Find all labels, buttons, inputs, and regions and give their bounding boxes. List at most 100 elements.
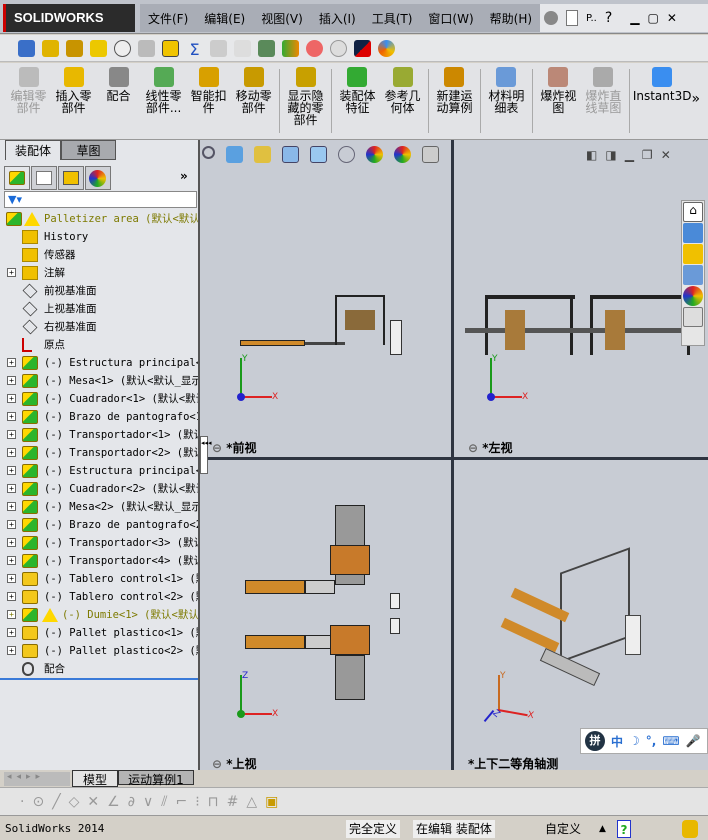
featuremanager-tab[interactable] [4, 166, 30, 190]
tree-item[interactable]: + (-) Transportador<4> (默认 [0, 552, 198, 570]
tree-item[interactable]: History [0, 228, 198, 246]
command-8[interactable]: 参考几何体 [380, 63, 425, 139]
command-12[interactable]: 爆炸直线草图 [581, 63, 626, 139]
ime-width-icon[interactable]: ☽ [629, 734, 640, 748]
viewport-restore-icon[interactable]: ❐ [642, 148, 653, 162]
ime-mic-icon[interactable]: 🎤 [686, 734, 701, 748]
pin-icon[interactable] [544, 11, 558, 25]
clearance-icon[interactable] [234, 39, 251, 57]
dimension-icon[interactable]: ⊓ [208, 794, 219, 810]
tile-right-icon[interactable]: ◨ [605, 148, 616, 162]
tree-item[interactable]: + (-) Brazo de pantografo<1> [0, 408, 198, 426]
viewport-minimize-icon[interactable]: ▁ [625, 148, 634, 162]
tab-model[interactable]: 模型 [72, 770, 118, 787]
status-units[interactable]: 自定义 [542, 820, 584, 838]
spellcheck-icon[interactable] [18, 39, 35, 57]
tile-left-icon[interactable]: ◧ [586, 148, 597, 162]
expand-icon[interactable]: + [7, 394, 16, 403]
tangent-icon[interactable]: ∂ [128, 794, 135, 810]
tree-item[interactable]: + (-) Pallet plastico<2> (默 [0, 642, 198, 660]
tab-sketch[interactable]: 草图 [61, 140, 116, 160]
tree-filter-input[interactable]: ▼▾ [4, 191, 197, 208]
expand-icon[interactable]: + [7, 646, 16, 655]
ime-mode-toggle[interactable]: 中 [611, 733, 623, 750]
units-up-arrow[interactable]: ▲ [596, 820, 609, 838]
tree-item[interactable]: + (-) Cuadrador<2> (默认<默认 [0, 480, 198, 498]
expand-icon[interactable]: + [7, 610, 16, 619]
command-more-button[interactable]: » [691, 63, 700, 139]
view-palette-icon[interactable] [683, 265, 703, 285]
expand-icon[interactable]: + [7, 484, 16, 493]
expand-icon[interactable]: + [7, 466, 16, 475]
tree-item[interactable]: + (-) Estructura principal<1 [0, 354, 198, 372]
tree-item[interactable]: 配合 [0, 660, 198, 678]
previous-view-icon[interactable] [226, 146, 243, 163]
menu-item[interactable]: 视图(V) [253, 10, 311, 27]
line-icon[interactable]: ╱ [52, 794, 60, 810]
excel-icon[interactable] [258, 39, 275, 57]
new-document-icon[interactable] [566, 10, 578, 26]
command-7[interactable]: 装配体特征 [335, 63, 380, 139]
scene-icon[interactable] [394, 146, 411, 163]
tree-item[interactable]: + (-) Dumie<1> (默认<默认 [0, 606, 198, 624]
filter-icon[interactable]: ▼▾ [5, 193, 22, 206]
zoom-fit-icon[interactable] [202, 146, 215, 159]
tree-item[interactable]: + (-) Pallet plastico<1> (默 [0, 624, 198, 642]
rollback-bar[interactable] [0, 678, 198, 680]
custom-properties-icon[interactable] [683, 307, 703, 327]
tree-item[interactable]: + 注解 [0, 264, 198, 282]
view-settings-icon[interactable] [422, 146, 439, 163]
point-icon[interactable]: · [20, 794, 24, 810]
polygon-icon[interactable]: ◇ [69, 794, 80, 810]
tree-item[interactable]: + (-) Tablero control<2> (默 [0, 588, 198, 606]
expand-icon[interactable]: + [7, 358, 16, 367]
help-button[interactable]: ? [617, 820, 631, 838]
panel-more-button[interactable]: » [180, 169, 188, 183]
appearances-icon[interactable] [683, 286, 703, 306]
file-explorer-icon[interactable] [683, 244, 703, 264]
grid-icon[interactable]: # [227, 794, 239, 810]
menu-item[interactable]: 编辑(E) [196, 10, 253, 27]
section-properties-icon[interactable] [90, 39, 107, 57]
tab-motion-study[interactable]: 运动算例1 [118, 770, 194, 787]
expand-icon[interactable]: + [7, 412, 16, 421]
expand-icon[interactable]: + [7, 556, 16, 565]
expand-icon[interactable]: + [7, 538, 16, 547]
menu-item[interactable]: 工具(T) [364, 10, 421, 27]
tree-item[interactable]: 传感器 [0, 246, 198, 264]
maximize-button[interactable]: ▢ [648, 11, 659, 25]
expand-icon[interactable]: + [7, 520, 16, 529]
tree-item[interactable]: + (-) Brazo de pantografo<2> [0, 516, 198, 534]
tab-assembly[interactable]: 装配体 [5, 140, 61, 160]
tree-item[interactable]: + (-) Mesa<2> (默认<默认_显示 [0, 498, 198, 516]
menu-item[interactable]: 插入(I) [311, 10, 364, 27]
command-11[interactable]: 爆炸视图 [536, 63, 581, 139]
command-10[interactable]: 材料明细表 [484, 63, 529, 139]
zebra-icon[interactable] [306, 39, 323, 57]
command-0[interactable]: 编辑零部件 [6, 63, 51, 139]
measure-tool-icon[interactable]: ▣ [265, 794, 278, 810]
menu-item[interactable]: 窗口(W) [420, 10, 481, 27]
propertymanager-tab[interactable] [31, 166, 57, 190]
circle-icon[interactable]: ⊙ [32, 794, 44, 810]
command-3[interactable]: 线性零部件... [141, 63, 186, 139]
panel-collapse-handle[interactable]: ◂◂◂ [200, 436, 212, 474]
hide-show-icon[interactable] [338, 146, 355, 163]
expand-icon[interactable]: + [7, 268, 16, 277]
expand-icon[interactable]: + [7, 592, 16, 601]
tree-item[interactable]: + (-) Cuadrador<1> (默认<默认 [0, 390, 198, 408]
expand-icon[interactable]: + [7, 574, 16, 583]
configurationmanager-tab[interactable] [58, 166, 84, 190]
tree-item[interactable]: 原点 [0, 336, 198, 354]
section-view-icon[interactable] [254, 146, 271, 163]
tree-item[interactable]: 右视基准面 [0, 318, 198, 336]
menu-item[interactable]: 帮助(H) [482, 10, 540, 27]
command-5[interactable]: 移动零部件 [231, 63, 276, 139]
tree-item[interactable]: + (-) Tablero control<1> (默 [0, 570, 198, 588]
tree-root[interactable]: Palletizer area (默认<默认 [0, 210, 198, 228]
displaymanager-tab[interactable] [85, 166, 111, 190]
tree-item[interactable]: + (-) Transportador<1> (默认 [0, 426, 198, 444]
parallel-icon[interactable]: ⫽ [161, 794, 167, 810]
view-orientation-icon[interactable] [282, 146, 299, 163]
sum-icon[interactable]: Σ [186, 40, 203, 59]
